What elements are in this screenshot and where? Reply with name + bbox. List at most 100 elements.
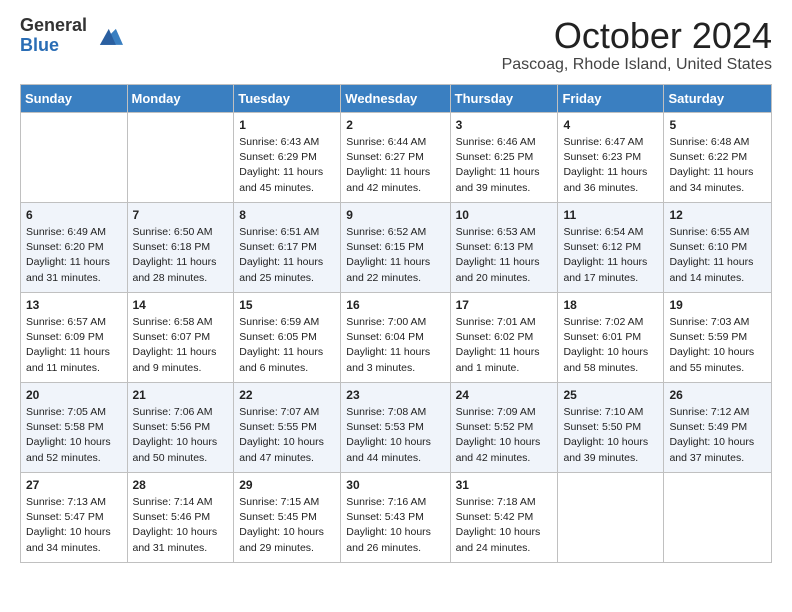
day-info: Sunrise: 7:00 AM Sunset: 6:04 PM Dayligh…	[346, 315, 444, 376]
day-info: Sunrise: 6:59 AM Sunset: 6:05 PM Dayligh…	[239, 315, 335, 376]
day-number: 4	[563, 117, 658, 134]
calendar-header-row: SundayMondayTuesdayWednesdayThursdayFrid…	[21, 84, 772, 112]
calendar-cell: 14Sunrise: 6:58 AM Sunset: 6:07 PM Dayli…	[127, 292, 234, 382]
calendar-cell: 30Sunrise: 7:16 AM Sunset: 5:43 PM Dayli…	[341, 472, 450, 562]
day-number: 29	[239, 477, 335, 494]
day-number: 24	[456, 387, 553, 404]
calendar-col-header: Thursday	[450, 84, 558, 112]
calendar-cell: 20Sunrise: 7:05 AM Sunset: 5:58 PM Dayli…	[21, 382, 128, 472]
logo-text: General Blue	[20, 16, 87, 56]
day-info: Sunrise: 7:16 AM Sunset: 5:43 PM Dayligh…	[346, 495, 444, 556]
calendar-cell: 13Sunrise: 6:57 AM Sunset: 6:09 PM Dayli…	[21, 292, 128, 382]
day-number: 19	[669, 297, 766, 314]
day-info: Sunrise: 6:57 AM Sunset: 6:09 PM Dayligh…	[26, 315, 122, 376]
day-info: Sunrise: 7:03 AM Sunset: 5:59 PM Dayligh…	[669, 315, 766, 376]
day-info: Sunrise: 6:46 AM Sunset: 6:25 PM Dayligh…	[456, 135, 553, 196]
day-number: 8	[239, 207, 335, 224]
calendar-cell	[127, 112, 234, 202]
calendar-table: SundayMondayTuesdayWednesdayThursdayFrid…	[20, 84, 772, 563]
day-info: Sunrise: 7:18 AM Sunset: 5:42 PM Dayligh…	[456, 495, 553, 556]
day-number: 22	[239, 387, 335, 404]
calendar-cell: 18Sunrise: 7:02 AM Sunset: 6:01 PM Dayli…	[558, 292, 664, 382]
day-info: Sunrise: 7:13 AM Sunset: 5:47 PM Dayligh…	[26, 495, 122, 556]
day-info: Sunrise: 7:05 AM Sunset: 5:58 PM Dayligh…	[26, 405, 122, 466]
day-number: 30	[346, 477, 444, 494]
day-info: Sunrise: 7:02 AM Sunset: 6:01 PM Dayligh…	[563, 315, 658, 376]
day-info: Sunrise: 7:15 AM Sunset: 5:45 PM Dayligh…	[239, 495, 335, 556]
day-number: 6	[26, 207, 122, 224]
day-info: Sunrise: 7:06 AM Sunset: 5:56 PM Dayligh…	[133, 405, 229, 466]
day-number: 13	[26, 297, 122, 314]
calendar-cell: 3Sunrise: 6:46 AM Sunset: 6:25 PM Daylig…	[450, 112, 558, 202]
calendar-cell: 11Sunrise: 6:54 AM Sunset: 6:12 PM Dayli…	[558, 202, 664, 292]
day-info: Sunrise: 7:10 AM Sunset: 5:50 PM Dayligh…	[563, 405, 658, 466]
day-info: Sunrise: 7:07 AM Sunset: 5:55 PM Dayligh…	[239, 405, 335, 466]
logo-icon	[91, 20, 123, 52]
day-info: Sunrise: 6:43 AM Sunset: 6:29 PM Dayligh…	[239, 135, 335, 196]
calendar-cell: 7Sunrise: 6:50 AM Sunset: 6:18 PM Daylig…	[127, 202, 234, 292]
day-info: Sunrise: 6:58 AM Sunset: 6:07 PM Dayligh…	[133, 315, 229, 376]
day-number: 2	[346, 117, 444, 134]
day-number: 15	[239, 297, 335, 314]
day-info: Sunrise: 6:52 AM Sunset: 6:15 PM Dayligh…	[346, 225, 444, 286]
day-number: 25	[563, 387, 658, 404]
logo-blue: Blue	[20, 36, 87, 56]
calendar-cell: 17Sunrise: 7:01 AM Sunset: 6:02 PM Dayli…	[450, 292, 558, 382]
calendar-week-row: 20Sunrise: 7:05 AM Sunset: 5:58 PM Dayli…	[21, 382, 772, 472]
calendar-cell: 24Sunrise: 7:09 AM Sunset: 5:52 PM Dayli…	[450, 382, 558, 472]
calendar-cell: 10Sunrise: 6:53 AM Sunset: 6:13 PM Dayli…	[450, 202, 558, 292]
day-number: 11	[563, 207, 658, 224]
day-number: 12	[669, 207, 766, 224]
day-number: 9	[346, 207, 444, 224]
calendar-col-header: Sunday	[21, 84, 128, 112]
title-section: October 2024 Pascoag, Rhode Island, Unit…	[502, 16, 772, 74]
day-number: 1	[239, 117, 335, 134]
calendar-cell: 15Sunrise: 6:59 AM Sunset: 6:05 PM Dayli…	[234, 292, 341, 382]
day-number: 28	[133, 477, 229, 494]
day-number: 10	[456, 207, 553, 224]
calendar-cell: 8Sunrise: 6:51 AM Sunset: 6:17 PM Daylig…	[234, 202, 341, 292]
calendar-cell: 22Sunrise: 7:07 AM Sunset: 5:55 PM Dayli…	[234, 382, 341, 472]
calendar-cell: 27Sunrise: 7:13 AM Sunset: 5:47 PM Dayli…	[21, 472, 128, 562]
location: Pascoag, Rhode Island, United States	[502, 56, 772, 74]
calendar-week-row: 13Sunrise: 6:57 AM Sunset: 6:09 PM Dayli…	[21, 292, 772, 382]
logo: General Blue	[20, 16, 123, 56]
day-info: Sunrise: 6:49 AM Sunset: 6:20 PM Dayligh…	[26, 225, 122, 286]
calendar-cell	[664, 472, 772, 562]
calendar-week-row: 1Sunrise: 6:43 AM Sunset: 6:29 PM Daylig…	[21, 112, 772, 202]
calendar-cell: 25Sunrise: 7:10 AM Sunset: 5:50 PM Dayli…	[558, 382, 664, 472]
calendar-week-row: 6Sunrise: 6:49 AM Sunset: 6:20 PM Daylig…	[21, 202, 772, 292]
day-number: 20	[26, 387, 122, 404]
day-info: Sunrise: 7:14 AM Sunset: 5:46 PM Dayligh…	[133, 495, 229, 556]
calendar-cell: 12Sunrise: 6:55 AM Sunset: 6:10 PM Dayli…	[664, 202, 772, 292]
day-info: Sunrise: 7:08 AM Sunset: 5:53 PM Dayligh…	[346, 405, 444, 466]
day-info: Sunrise: 6:54 AM Sunset: 6:12 PM Dayligh…	[563, 225, 658, 286]
calendar-col-header: Saturday	[664, 84, 772, 112]
calendar-col-header: Friday	[558, 84, 664, 112]
day-number: 31	[456, 477, 553, 494]
day-number: 5	[669, 117, 766, 134]
day-number: 16	[346, 297, 444, 314]
day-info: Sunrise: 6:44 AM Sunset: 6:27 PM Dayligh…	[346, 135, 444, 196]
calendar-cell	[21, 112, 128, 202]
page: General Blue October 2024 Pascoag, Rhode…	[0, 0, 792, 612]
calendar-cell: 23Sunrise: 7:08 AM Sunset: 5:53 PM Dayli…	[341, 382, 450, 472]
day-number: 17	[456, 297, 553, 314]
day-number: 7	[133, 207, 229, 224]
calendar-cell: 21Sunrise: 7:06 AM Sunset: 5:56 PM Dayli…	[127, 382, 234, 472]
calendar-cell: 19Sunrise: 7:03 AM Sunset: 5:59 PM Dayli…	[664, 292, 772, 382]
calendar-cell: 29Sunrise: 7:15 AM Sunset: 5:45 PM Dayli…	[234, 472, 341, 562]
day-info: Sunrise: 6:47 AM Sunset: 6:23 PM Dayligh…	[563, 135, 658, 196]
day-number: 21	[133, 387, 229, 404]
calendar-cell: 28Sunrise: 7:14 AM Sunset: 5:46 PM Dayli…	[127, 472, 234, 562]
calendar-cell: 1Sunrise: 6:43 AM Sunset: 6:29 PM Daylig…	[234, 112, 341, 202]
calendar-cell: 6Sunrise: 6:49 AM Sunset: 6:20 PM Daylig…	[21, 202, 128, 292]
day-info: Sunrise: 6:53 AM Sunset: 6:13 PM Dayligh…	[456, 225, 553, 286]
day-info: Sunrise: 6:51 AM Sunset: 6:17 PM Dayligh…	[239, 225, 335, 286]
calendar-cell: 5Sunrise: 6:48 AM Sunset: 6:22 PM Daylig…	[664, 112, 772, 202]
day-number: 23	[346, 387, 444, 404]
day-info: Sunrise: 6:55 AM Sunset: 6:10 PM Dayligh…	[669, 225, 766, 286]
header: General Blue October 2024 Pascoag, Rhode…	[20, 16, 772, 74]
day-info: Sunrise: 6:50 AM Sunset: 6:18 PM Dayligh…	[133, 225, 229, 286]
day-info: Sunrise: 7:09 AM Sunset: 5:52 PM Dayligh…	[456, 405, 553, 466]
